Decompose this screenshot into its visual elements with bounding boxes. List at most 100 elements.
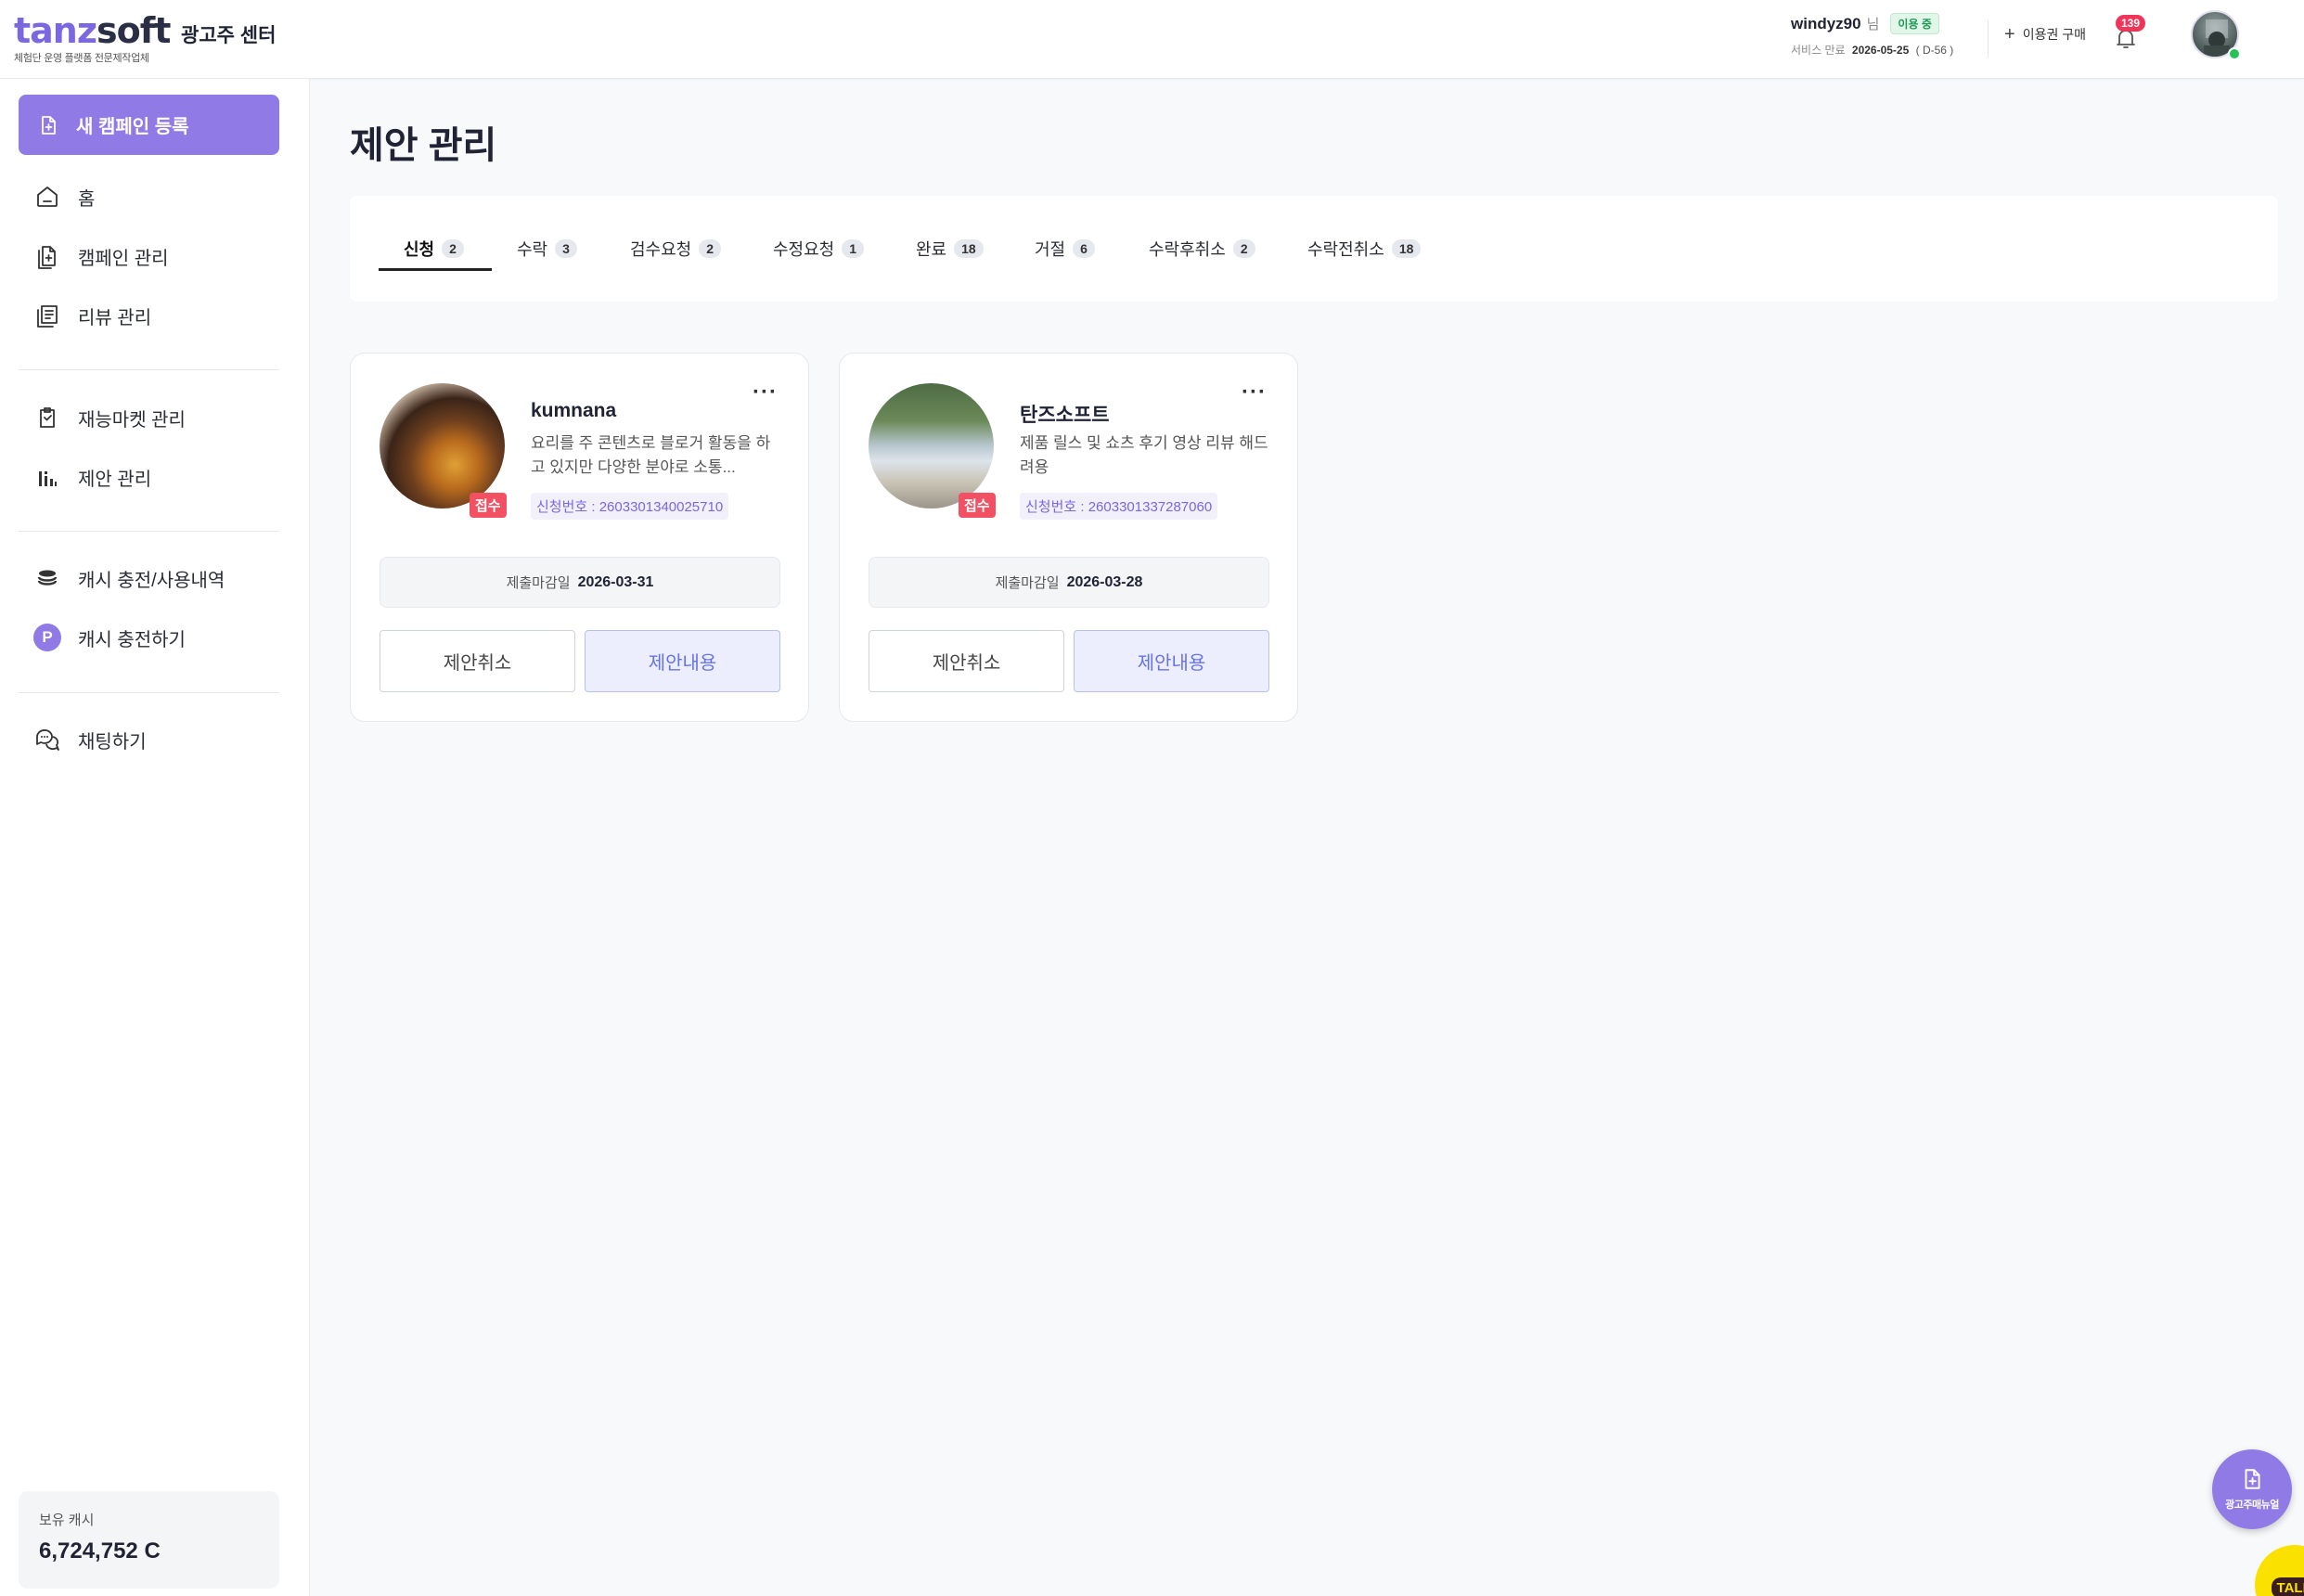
- tab-revision-request[interactable]: 수정요청 1: [773, 237, 865, 261]
- notification-count: 139: [2116, 15, 2146, 32]
- sidebar-item-review[interactable]: 리뷰 관리: [33, 302, 151, 329]
- new-campaign-label: 새 캠페인 등록: [76, 117, 189, 137]
- tab-label: 거절: [1035, 240, 1066, 259]
- review-list-icon: [33, 302, 61, 329]
- cash-label: 보유 캐시: [39, 1512, 95, 1528]
- header-divider: [1988, 20, 1989, 58]
- tab-applied[interactable]: 신청 2: [404, 237, 464, 261]
- sidebar-item-label: 재능마켓 관리: [78, 409, 186, 431]
- cancel-proposal-button[interactable]: 제안취소: [380, 630, 575, 692]
- logo-part1: tanz: [14, 10, 97, 51]
- status-badge: 접수: [470, 493, 507, 518]
- file-plus-icon: [42, 115, 56, 135]
- logo-tagline: 체험단 운영 플랫폼 전문제작업체: [14, 53, 149, 64]
- tab-label: 신청: [404, 240, 435, 259]
- plus-icon: +: [2004, 24, 2015, 45]
- advertiser-manual-button[interactable]: 광고주매뉴얼: [2212, 1449, 2292, 1529]
- tab-label: 수락전취소: [1307, 240, 1384, 259]
- chat-icon: [33, 726, 61, 753]
- home-icon: [33, 183, 61, 211]
- tab-count: 2: [1232, 239, 1255, 258]
- view-proposal-button[interactable]: 제안내용: [1074, 630, 1269, 692]
- fab-label: 광고주매뉴얼: [2225, 1499, 2279, 1511]
- new-campaign-button[interactable]: 새 캠페인 등록: [19, 95, 279, 155]
- sidebar-divider: [19, 369, 279, 370]
- status-badge: 이용 중: [1890, 13, 1939, 34]
- tab-count: 18: [1391, 239, 1422, 258]
- sidebar-item-label: 제안 관리: [78, 469, 152, 490]
- cash-value: 6,724,752 C: [39, 1538, 161, 1564]
- sidebar-item-proposal[interactable]: 제안 관리: [33, 463, 151, 491]
- page-title: 제안 관리: [350, 125, 497, 166]
- buy-pass-link[interactable]: + 이용권 구매: [2004, 25, 2086, 44]
- tab-label: 수락후취소: [1149, 240, 1226, 259]
- influencer-name: 탄즈소프트: [1020, 405, 1110, 426]
- tab-rejected[interactable]: 거절 6: [1035, 237, 1095, 261]
- coin-stack-icon: [33, 564, 61, 592]
- online-status-dot: [2228, 47, 2241, 60]
- tab-count: 2: [699, 239, 722, 258]
- campaign-doc-icon: [33, 242, 61, 270]
- user-info: windyz90 님 이용 중 서비스 만료 2026-05-25 ( D-56…: [1791, 13, 1953, 58]
- tab-completed[interactable]: 완료 18: [916, 237, 984, 261]
- tab-cancel-after-accept[interactable]: 수락후취소 2: [1149, 237, 1255, 261]
- talk-label: TALK: [2271, 1577, 2304, 1596]
- tab-count: 1: [842, 239, 865, 258]
- sidebar-item-label: 캠페인 관리: [78, 248, 169, 269]
- service-end-date: 2026-05-25: [1851, 44, 1910, 57]
- sidebar-item-cash-history[interactable]: 캐시 충전/사용내역: [33, 564, 225, 592]
- center-title: 광고주 센터: [181, 25, 277, 46]
- deadline-box: 제출마감일 2026-03-31: [380, 557, 780, 608]
- tab-label: 검수요청: [630, 240, 692, 259]
- sidebar-item-label: 리뷰 관리: [78, 307, 152, 328]
- sidebar-item-home[interactable]: 홈: [33, 183, 95, 211]
- logo-wordmark: tanzsoft: [14, 10, 171, 51]
- clipboard-icon: [33, 404, 61, 431]
- tab-count: 6: [1073, 239, 1095, 258]
- tab-cancel-before-accept[interactable]: 수락전취소 18: [1307, 237, 1422, 261]
- status-tabs: 신청 2 수락 3 검수요청 2 수정요청 1 완료 18 거절 6 수락후취소…: [350, 196, 2278, 302]
- status-badge: 접수: [959, 493, 996, 518]
- tab-accepted[interactable]: 수락 3: [517, 237, 577, 261]
- sidebar-item-label: 채팅하기: [78, 731, 147, 753]
- cash-balance-box: 보유 캐시 6,724,752 C: [19, 1491, 279, 1589]
- influencer-profile-photo: [869, 383, 994, 508]
- proposal-card: 접수 탄즈소프트 제품 릴스 및 쇼츠 후기 영상 리뷰 해드려용 신청번호 :…: [839, 353, 1298, 722]
- logo-part2: soft: [96, 10, 171, 51]
- tab-count: 3: [555, 239, 577, 258]
- tab-count: 2: [442, 239, 464, 258]
- active-tab-indicator: [379, 268, 492, 271]
- tab-label: 수정요청: [773, 240, 835, 259]
- influencer-name: kumnana: [531, 400, 617, 421]
- sidebar-item-talent-market[interactable]: 재능마켓 관리: [33, 404, 186, 431]
- deadline-date: 2026-03-28: [1066, 573, 1143, 590]
- deadline-label: 제출마감일: [506, 575, 571, 591]
- service-end-label: 서비스 만료: [1791, 44, 1846, 57]
- sidebar-item-campaign[interactable]: 캠페인 관리: [33, 242, 169, 270]
- dday-count: ( D-56 ): [1915, 44, 1954, 57]
- bar-chart-icon: [33, 463, 61, 491]
- sidebar-item-label: 캐시 충전/사용내역: [78, 570, 225, 591]
- user-suffix: 님: [1866, 17, 1880, 32]
- proposal-card: 접수 kumnana 요리를 주 콘텐츠로 블로거 활동을 하고 있지만 다양한…: [350, 353, 809, 722]
- deadline-box: 제출마감일 2026-03-28: [869, 557, 1269, 608]
- file-plus-icon: [2245, 1469, 2260, 1489]
- sidebar: 새 캠페인 등록 홈 캠페인 관리 리뷰 관리 재능마켓 관리 제안 관리 캐시…: [0, 79, 310, 1596]
- more-options-icon[interactable]: ···: [1242, 380, 1267, 405]
- brand-logo[interactable]: tanzsoft 체험단 운영 플랫폼 전문제작업체: [14, 10, 171, 65]
- cancel-proposal-button[interactable]: 제안취소: [869, 630, 1064, 692]
- more-options-icon[interactable]: ···: [753, 380, 778, 405]
- tab-review-request[interactable]: 검수요청 2: [630, 237, 722, 261]
- kakao-talk-button[interactable]: TALK: [2255, 1545, 2304, 1596]
- sidebar-item-cash-charge[interactable]: P 캐시 충전하기: [33, 624, 186, 651]
- sidebar-item-chat[interactable]: 채팅하기: [33, 726, 147, 753]
- sidebar-item-label: 캐시 충전하기: [78, 629, 186, 650]
- influencer-description: 제품 릴스 및 쇼츠 후기 영상 리뷰 해드려용: [1020, 434, 1268, 476]
- tab-label: 완료: [916, 240, 947, 259]
- view-proposal-button[interactable]: 제안내용: [585, 630, 780, 692]
- deadline-label: 제출마감일: [995, 575, 1060, 591]
- influencer-description: 요리를 주 콘텐츠로 블로거 활동을 하고 있지만 다양한 분야로 소통...: [531, 434, 771, 476]
- tab-label: 수락: [517, 240, 548, 259]
- influencer-profile-photo: [380, 383, 505, 508]
- tab-count: 18: [954, 239, 984, 258]
